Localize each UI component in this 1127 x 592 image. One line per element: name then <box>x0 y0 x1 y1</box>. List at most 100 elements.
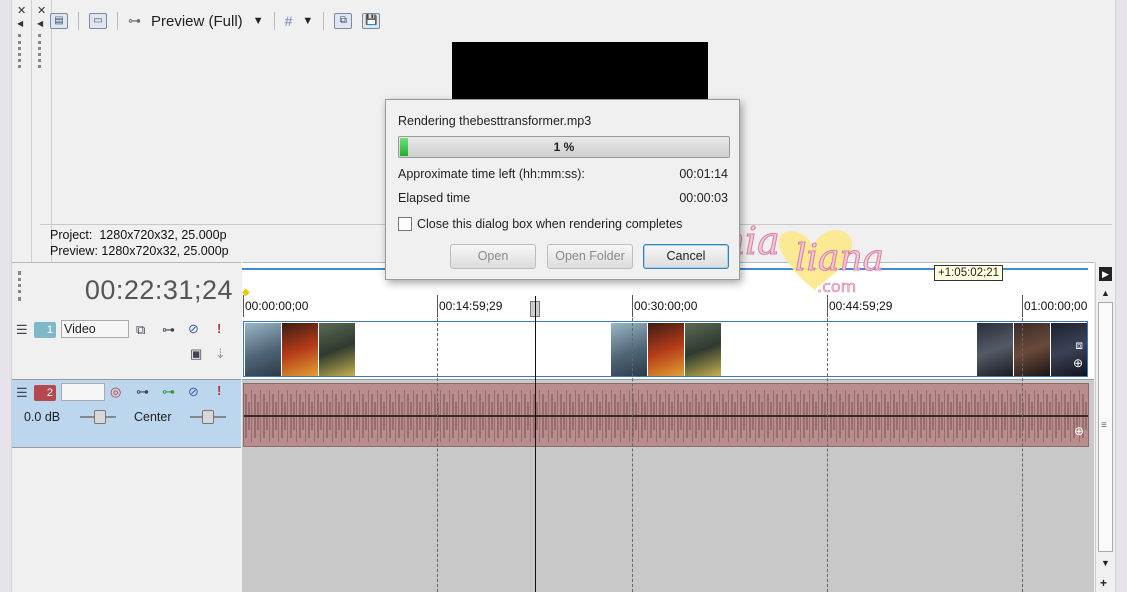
track-number: 1 <box>34 322 56 338</box>
chevron-down-icon[interactable]: ▼ <box>253 15 264 27</box>
grid-line <box>632 318 633 592</box>
video-thumbnail <box>319 323 355 376</box>
track-number: 2 <box>34 385 56 401</box>
video-thumbnail <box>611 323 647 376</box>
dock-handle-preview[interactable]: ✕ ◀ <box>32 0 52 262</box>
chevron-down-icon[interactable]: ▼ <box>302 15 313 27</box>
volume-value: 0.0 dB <box>24 410 61 424</box>
video-preview-properties-icon[interactable]: ▤ <box>50 13 68 29</box>
make-compositing-child-icon[interactable]: ⇣ <box>215 346 226 362</box>
external-monitor-icon[interactable]: ▭ <box>89 13 107 29</box>
video-track-header[interactable]: ☰ 1 Video ⧉ ⊶ ⊘ ! ▣ ⇣ <box>12 318 241 380</box>
timeline-vertical-scrollbar[interactable]: ▶ ▲ ≡ ▼ + <box>1095 262 1115 592</box>
event-fx-icon[interactable]: ⊕ <box>1074 424 1084 438</box>
audio-track-lane[interactable]: ⊕ <box>242 380 1094 448</box>
track-name-field[interactable] <box>61 383 105 401</box>
toolbar-separator <box>323 12 325 30</box>
video-thumbnail <box>282 323 318 376</box>
track-collapse-icon[interactable]: ☰ <box>16 385 28 401</box>
preview-label: Preview: <box>50 244 98 258</box>
collapse-arrow-icon[interactable]: ◀ <box>37 19 43 28</box>
pan-value: Center <box>134 410 172 424</box>
project-value: 1280x720x32, 25.000p <box>99 228 227 242</box>
ruler-tick-label: 00:00:00;00 <box>245 299 309 313</box>
volume-slider-thumb[interactable] <box>94 410 106 424</box>
dock-handle-left[interactable]: ✕ ◀ <box>12 0 32 262</box>
scroll-grip-icon: ≡ <box>1101 420 1107 431</box>
grip-icon[interactable] <box>38 34 41 68</box>
video-event[interactable]: ⧈ ⊕ <box>243 321 1088 377</box>
watermark-text-3: .com <box>817 277 856 296</box>
track-motion-icon[interactable]: ⧉ <box>136 322 145 338</box>
project-info: Project: 1280x720x32, 25.000p Preview: 1… <box>50 227 229 259</box>
ruler-mark <box>1022 295 1023 317</box>
event-pan-crop-icon[interactable]: ⧈ <box>1075 338 1083 353</box>
close-on-complete-checkbox[interactable] <box>398 217 412 231</box>
track-envelope-icon[interactable]: ⊶ <box>162 384 175 400</box>
ruler-mark <box>243 295 244 317</box>
grip-icon[interactable] <box>18 271 21 301</box>
track-fx-icon[interactable]: ⊶ <box>162 322 175 338</box>
preview-value: 1280x720x32, 25.000p <box>101 244 229 258</box>
overlays-grid-icon[interactable]: # <box>285 13 293 29</box>
compositing-mode-icon[interactable]: ▣ <box>190 346 202 362</box>
audio-waveform <box>244 384 1088 446</box>
timecode-panel: 00:22:31;24 <box>12 262 241 316</box>
close-icon[interactable]: ✕ <box>17 4 26 17</box>
ruler-mark <box>437 295 438 317</box>
marker-flag-icon[interactable]: ▶ <box>1099 267 1112 281</box>
mute-icon[interactable]: ⊘ <box>188 384 199 400</box>
track-name-field[interactable]: Video <box>61 320 129 338</box>
left-window-edge <box>0 0 12 592</box>
track-collapse-icon[interactable]: ☰ <box>16 322 28 338</box>
toolbar-separator <box>273 12 275 30</box>
track-list-empty-area[interactable] <box>12 448 241 592</box>
pan-slider-thumb[interactable] <box>202 410 214 424</box>
watermark-text-2: liana <box>795 238 884 279</box>
preview-split-icon[interactable]: ⊶ <box>128 13 141 29</box>
audio-event[interactable]: ⊕ <box>243 383 1089 447</box>
scroll-up-icon[interactable]: ▲ <box>1101 288 1110 298</box>
video-track-lane[interactable]: ⧈ ⊕ <box>242 318 1094 380</box>
ruler-mark <box>632 295 633 317</box>
ruler-mark <box>827 295 828 317</box>
grip-icon[interactable] <box>18 34 21 68</box>
close-on-complete-label[interactable]: Close this dialog box when rendering com… <box>417 217 682 231</box>
ruler-tick-label: 00:44:59;29 <box>829 299 893 313</box>
collapse-arrow-icon[interactable]: ◀ <box>17 19 23 28</box>
open-button[interactable]: Open <box>450 244 536 269</box>
toolbar-separator <box>78 12 79 30</box>
save-snapshot-icon[interactable]: 💾 <box>362 13 381 29</box>
preview-toolbar: ▤ ▭ ⊶ Preview (Full) ▼ # ▼ ⧉ 💾 <box>50 8 381 34</box>
video-thumbnail <box>977 323 1013 376</box>
audio-track-header[interactable]: ☰ 2 ◎ ⊶ ⊶ ⊘ ! 0.0 dB Center <box>12 380 241 448</box>
zoom-in-icon[interactable]: + <box>1100 576 1107 590</box>
video-preview-frame <box>452 42 708 102</box>
timeline-timecode[interactable]: 00:22:31;24 <box>85 275 233 306</box>
render-progress-text: 1 % <box>553 140 575 154</box>
render-progress-bar: 1 % <box>398 136 730 158</box>
open-folder-button[interactable]: Open Folder <box>547 244 633 269</box>
dialog-title: Rendering thebesttransformer.mp3 <box>398 114 592 128</box>
preview-quality-dropdown[interactable]: Preview (Full) <box>151 13 243 30</box>
arm-for-record-icon[interactable]: ◎ <box>110 384 121 400</box>
grid-line <box>827 318 828 592</box>
ruler-tick-label: 00:30:00;00 <box>634 299 698 313</box>
time-left-row: Approximate time left (hh:mm:ss): 00:01:… <box>398 167 728 181</box>
scroll-down-icon[interactable]: ▼ <box>1101 558 1110 568</box>
close-icon[interactable]: ✕ <box>37 4 46 17</box>
elapsed-label: Elapsed time <box>398 191 471 205</box>
ruler-tick-label: 00:14:59;29 <box>439 299 503 313</box>
track-fx-icon[interactable]: ⊶ <box>136 384 149 400</box>
loop-region-length: +1:05:02;21 <box>934 265 1004 281</box>
copy-snapshot-icon[interactable]: ⧉ <box>334 13 353 29</box>
ruler-tick-label: 01:00:00;00 <box>1024 299 1088 313</box>
solo-icon[interactable]: ! <box>217 321 221 336</box>
solo-icon[interactable]: ! <box>217 383 221 398</box>
playhead-cursor[interactable] <box>535 296 536 592</box>
timeline-empty-area[interactable] <box>242 448 1094 592</box>
event-fx-icon[interactable]: ⊕ <box>1073 356 1083 370</box>
mute-icon[interactable]: ⊘ <box>188 321 199 337</box>
video-thumbnail <box>648 323 684 376</box>
cancel-button[interactable]: Cancel <box>643 244 729 269</box>
